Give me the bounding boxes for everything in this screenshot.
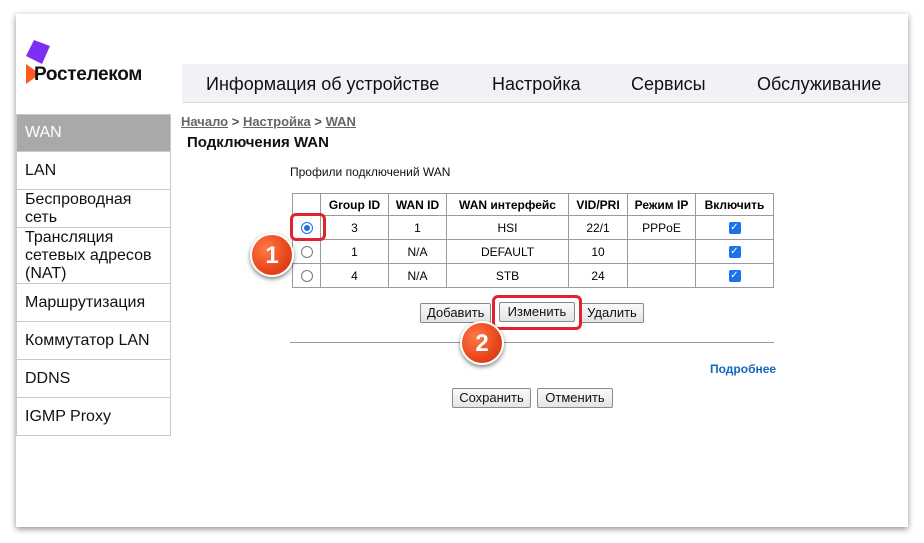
cell-ip-mode [627, 263, 696, 288]
table-row: 4 N/A STB 24 ✓ [292, 263, 774, 288]
cell-wan-id: N/A [388, 239, 447, 264]
cell-wan-interface: HSI [446, 215, 569, 240]
col-enable: Включить [695, 193, 774, 216]
router-admin-window: Ростелеком Информация об устройстве Наст… [16, 14, 908, 527]
cell-group-id: 1 [320, 239, 389, 264]
col-ip-mode: Режим IP [627, 193, 696, 216]
logo-text: Ростелеком [34, 64, 143, 85]
cell-group-id: 4 [320, 263, 389, 288]
cell-wan-interface: STB [446, 263, 569, 288]
breadcrumb-separator: > [228, 114, 243, 129]
sidebar-item-label: LAN [25, 161, 57, 179]
sidebar-item-lan[interactable]: LAN [16, 152, 171, 190]
breadcrumb-settings[interactable]: Настройка [243, 114, 311, 129]
divider [290, 342, 774, 343]
enable-checkbox[interactable]: ✓ [728, 246, 741, 259]
nav-services[interactable]: Сервисы [631, 74, 706, 95]
col-wan-id: WAN ID [388, 193, 447, 216]
col-group-id: Group ID [320, 193, 389, 216]
breadcrumb: Начало > Настройка > WAN [181, 114, 356, 129]
breadcrumb-wan[interactable]: WAN [326, 114, 356, 129]
row-select-radio[interactable] [300, 270, 313, 283]
nav-device-info[interactable]: Информация об устройстве [206, 74, 439, 95]
sidebar-item-nat[interactable]: Трансляция сетевых адресов (NAT) [16, 228, 171, 284]
enable-checkbox[interactable]: ✓ [728, 222, 741, 235]
cell-wan-interface: DEFAULT [446, 239, 569, 264]
sidebar-item-wireless[interactable]: Беспроводная сеть [16, 190, 171, 228]
step-1-badge: 1 [250, 233, 294, 277]
add-button[interactable]: Добавить [420, 303, 491, 323]
sidebar-item-label: WAN [25, 124, 62, 141]
col-vid-pri: VID/PRI [568, 193, 628, 216]
save-button[interactable]: Сохранить [452, 388, 531, 408]
highlight-radio [290, 213, 326, 241]
section-subtitle: Профили подключений WAN [290, 165, 451, 179]
sidebar-item-routing[interactable]: Маршрутизация [16, 284, 171, 322]
col-wan-interface: WAN интерфейс [446, 193, 569, 216]
step-2-badge: 2 [460, 321, 504, 365]
breadcrumb-separator: > [310, 114, 326, 129]
sidebar-item-igmp-proxy[interactable]: IGMP Proxy [16, 398, 171, 436]
sidebar: WAN LAN Беспроводная сеть Трансляция сет… [16, 114, 171, 436]
table-header-row: Group ID WAN ID WAN интерфейс VID/PRI Ре… [292, 193, 774, 216]
sidebar-item-wan[interactable]: WAN [16, 114, 171, 152]
table-row: 3 1 HSI 22/1 PPPoE ✓ [292, 215, 774, 240]
more-info-link[interactable]: Подробнее [710, 362, 776, 376]
row-select-radio[interactable] [300, 246, 313, 259]
wan-connections-table: Group ID WAN ID WAN интерфейс VID/PRI Ре… [292, 193, 774, 288]
table-row: 1 N/A DEFAULT 10 ✓ [292, 239, 774, 264]
delete-button[interactable]: Удалить [580, 303, 644, 323]
cell-wan-id: N/A [388, 263, 447, 288]
sidebar-item-lan-switch[interactable]: Коммутатор LAN [16, 322, 171, 360]
cell-vid-pri: 22/1 [568, 215, 628, 240]
cell-vid-pri: 24 [568, 263, 628, 288]
cell-wan-id: 1 [388, 215, 447, 240]
cell-vid-pri: 10 [568, 239, 628, 264]
sidebar-item-label: Беспроводная сеть [25, 190, 132, 226]
cancel-button[interactable]: Отменить [537, 388, 613, 408]
nav-maintenance[interactable]: Обслуживание [757, 74, 881, 95]
breadcrumb-home[interactable]: Начало [181, 114, 228, 129]
nav-settings[interactable]: Настройка [492, 74, 581, 95]
enable-checkbox[interactable]: ✓ [728, 270, 741, 283]
cell-ip-mode: PPPoE [627, 215, 696, 240]
top-navigation: Информация об устройстве Настройка Серви… [182, 64, 908, 103]
sidebar-item-label: DDNS [25, 369, 71, 387]
page-title: Подключения WAN [187, 134, 329, 151]
sidebar-item-label: Маршрутизация [25, 293, 146, 311]
logo: Ростелеком [24, 38, 184, 98]
sidebar-item-label: Трансляция сетевых адресов (NAT) [25, 228, 152, 282]
highlight-edit-button [492, 295, 582, 330]
cell-ip-mode [627, 239, 696, 264]
sidebar-item-label: Коммутатор LAN [25, 331, 150, 349]
sidebar-item-ddns[interactable]: DDNS [16, 360, 171, 398]
sidebar-item-label: IGMP Proxy [25, 407, 111, 425]
cell-group-id: 3 [320, 215, 389, 240]
